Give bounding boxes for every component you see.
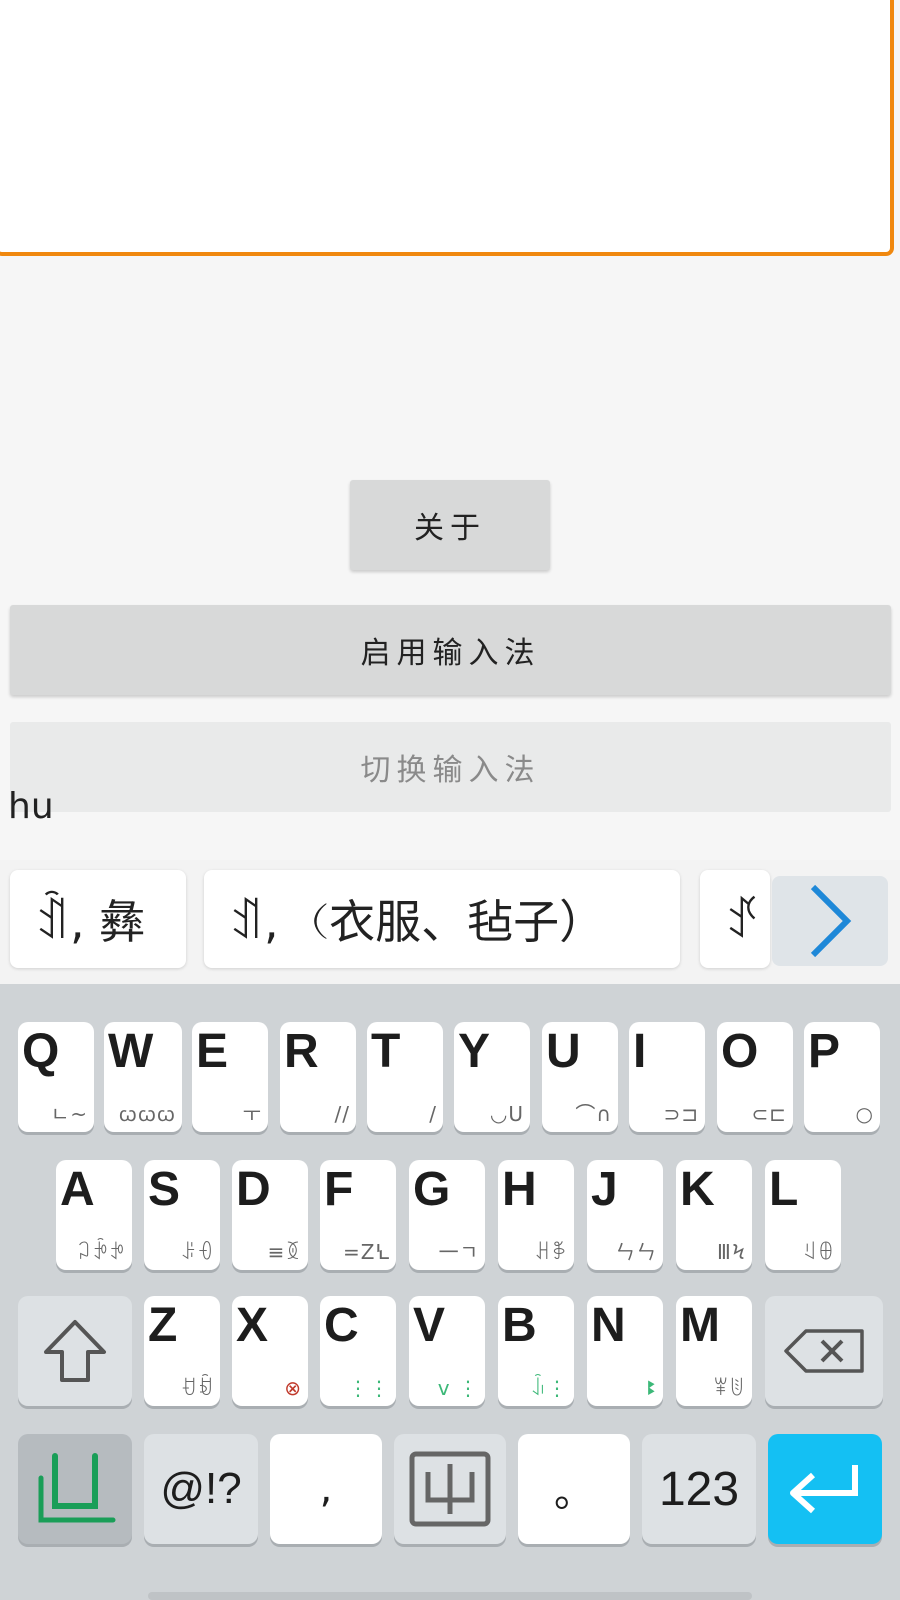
key-h[interactable]: H ꃅꃆ <box>498 1160 574 1270</box>
key-c[interactable]: C ⋮⋮ <box>320 1296 396 1406</box>
key-n[interactable]: N ꔪ <box>587 1296 663 1406</box>
key-r[interactable]: R // <box>280 1022 356 1132</box>
key-i[interactable]: I ⊃⊐ <box>629 1022 705 1132</box>
comma-key[interactable]: , <box>270 1434 382 1544</box>
candidate-item[interactable]: ꀉ, 彝 <box>10 870 186 968</box>
candidate-more-button[interactable] <box>772 876 888 966</box>
key-v[interactable]: V v ⋮ <box>409 1296 485 1406</box>
navigation-handle <box>148 1592 752 1600</box>
key-m[interactable]: M ꂸꂹ <box>676 1296 752 1406</box>
key-z[interactable]: Z ꀀꀁ <box>144 1296 220 1406</box>
key-p[interactable]: P ○ <box>804 1022 880 1132</box>
key-x[interactable]: X ⊗ <box>232 1296 308 1406</box>
key-d[interactable]: D ≡ꅉ <box>232 1160 308 1270</box>
key-b[interactable]: B ꀭ⋮ <box>498 1296 574 1406</box>
key-f[interactable]: F =ZꝆ <box>320 1160 396 1270</box>
symbols-key[interactable]: @!? <box>144 1434 258 1544</box>
about-button[interactable]: 关于 <box>350 480 550 570</box>
keyboard: Q ㄴ~ W ꞷꞷꞷ E ㅜ R // T / Y ◡U U ⌒∩ I ⊃⊐ O… <box>0 984 900 1600</box>
ime-switch-key[interactable] <box>18 1434 132 1544</box>
key-a[interactable]: A ꃀꃁꃂ <box>56 1160 132 1270</box>
numbers-key[interactable]: 123 <box>642 1434 756 1544</box>
key-e[interactable]: E ㅜ <box>192 1022 268 1132</box>
candidate-item[interactable]: ꀊ, （衣服、毡子） <box>204 870 680 968</box>
composing-text: hu <box>8 786 54 827</box>
key-j[interactable]: J ㄣㄣ <box>587 1160 663 1270</box>
key-s[interactable]: S ꌠꌡ <box>144 1160 220 1270</box>
key-l[interactable]: L ꆹꆺ <box>765 1160 841 1270</box>
key-u[interactable]: U ⌒∩ <box>542 1022 618 1132</box>
candidate-item[interactable]: ꀋ <box>700 870 770 968</box>
enter-arrow-icon <box>790 1465 858 1514</box>
key-t[interactable]: T / <box>367 1022 443 1132</box>
shift-key[interactable] <box>18 1296 132 1406</box>
shift-arrow-icon <box>44 1320 106 1382</box>
switch-ime-button[interactable]: 切换输入法 <box>10 722 891 812</box>
text-input-area[interactable] <box>0 0 894 256</box>
yi-script-logo-icon <box>38 1453 116 1523</box>
key-k[interactable]: K ⅢϞ <box>676 1160 752 1270</box>
enable-ime-button[interactable]: 启用输入法 <box>10 605 891 695</box>
backspace-key[interactable] <box>765 1296 883 1406</box>
key-o[interactable]: O ⊂⊏ <box>717 1022 793 1132</box>
candidate-bar: ꀉ, 彝 ꀊ, （衣服、毡子） ꀋ <box>0 860 900 984</box>
key-y[interactable]: Y ◡U <box>454 1022 530 1132</box>
backspace-icon <box>784 1329 864 1373</box>
chevron-right-icon <box>810 884 852 958</box>
key-q[interactable]: Q ㄴ~ <box>18 1022 94 1132</box>
period-key[interactable]: 。 <box>518 1434 630 1544</box>
space-key[interactable] <box>394 1434 506 1544</box>
key-w[interactable]: W ꞷꞷꞷ <box>104 1022 182 1132</box>
yi-space-glyph-icon <box>409 1451 491 1527</box>
enter-key[interactable] <box>768 1434 882 1544</box>
key-g[interactable]: G 一ㄱ <box>409 1160 485 1270</box>
